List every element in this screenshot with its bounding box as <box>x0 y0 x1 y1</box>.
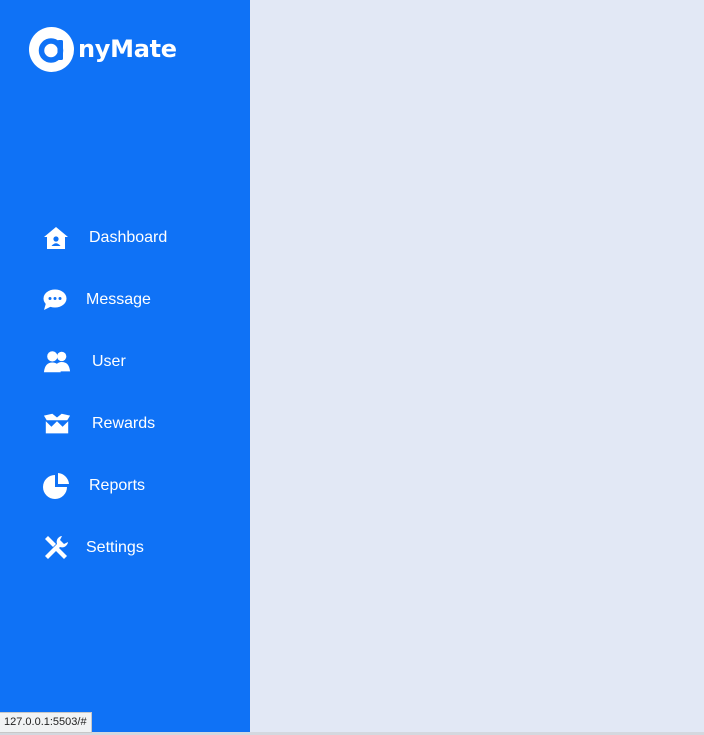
box-icon <box>43 410 71 438</box>
sidebar: nyMate Dashboard Message User Rewards Re… <box>0 0 250 732</box>
brand-name: nyMate <box>78 35 177 63</box>
nav-item-reports[interactable]: Reports <box>0 466 250 506</box>
pie-chart-icon <box>43 472 71 500</box>
nav-item-user[interactable]: User <box>0 342 250 382</box>
chat-bubble-icon <box>41 286 69 314</box>
nav-item-dashboard[interactable]: Dashboard <box>0 218 250 258</box>
nav-label-message: Message <box>86 291 151 308</box>
nav-label-dashboard: Dashboard <box>89 229 168 246</box>
nav-item-settings[interactable]: Settings <box>0 528 250 568</box>
tools-icon <box>42 534 70 562</box>
nav-item-rewards[interactable]: Rewards <box>0 404 250 444</box>
nav-label-reports: Reports <box>89 477 146 494</box>
nav-item-message[interactable]: Message <box>0 280 250 320</box>
home-icon <box>42 224 70 252</box>
logo-mark <box>29 26 74 72</box>
nav-label-rewards: Rewards <box>92 415 156 432</box>
main-content-area <box>250 0 704 732</box>
nav-label-user: User <box>92 353 126 370</box>
users-icon <box>43 348 71 376</box>
logo-a-icon <box>38 37 64 63</box>
brand-logo[interactable]: nyMate <box>29 26 177 72</box>
status-bar-url: 127.0.0.1:5503/# <box>0 712 92 733</box>
nav-label-settings: Settings <box>86 539 144 556</box>
